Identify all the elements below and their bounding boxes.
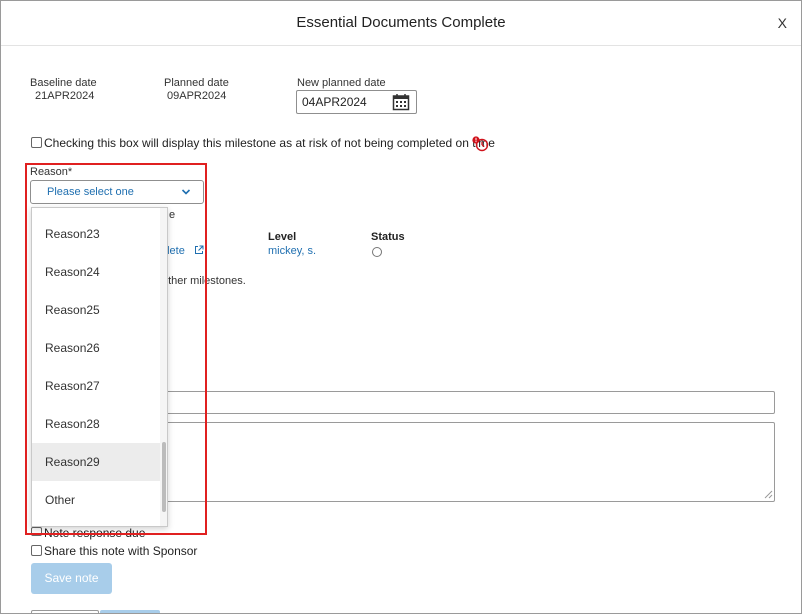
new-planned-date-label: New planned date bbox=[297, 77, 386, 89]
primary-button[interactable] bbox=[100, 610, 160, 613]
modal-header: Essential Documents Complete X bbox=[1, 1, 801, 46]
secondary-button[interactable] bbox=[31, 610, 99, 613]
save-note-button[interactable]: Save note bbox=[31, 563, 112, 594]
modal-title: Essential Documents Complete bbox=[296, 14, 506, 31]
at-risk-clock-icon bbox=[472, 136, 489, 152]
status-column-header: Status bbox=[371, 231, 405, 243]
dropdown-scrollbar-thumb[interactable] bbox=[162, 442, 166, 512]
milestone-modal: Essential Documents Complete X Baseline … bbox=[0, 0, 802, 614]
note-body-textarea[interactable] bbox=[161, 422, 775, 502]
share-with-sponsor-checkbox[interactable] bbox=[31, 545, 42, 556]
share-with-sponsor-label: Share this note with Sponsor bbox=[44, 544, 198, 558]
other-milestones-text: other milestones. bbox=[162, 275, 246, 287]
note-subject-input[interactable] bbox=[161, 391, 775, 414]
planned-date-label: Planned date bbox=[164, 77, 229, 89]
close-button[interactable]: X bbox=[778, 15, 787, 31]
calendar-icon[interactable] bbox=[392, 93, 410, 111]
reason-dropdown-list[interactable]: Reason23 Reason24 Reason25 Reason26 Reas… bbox=[31, 207, 168, 527]
reason-option[interactable]: Reason25 bbox=[32, 291, 160, 329]
reason-option[interactable]: Reason24 bbox=[32, 253, 160, 291]
note-response-due-checkbox[interactable] bbox=[31, 527, 42, 536]
reason-select-placeholder: Please select one bbox=[47, 186, 134, 198]
reason-option[interactable]: Reason28 bbox=[32, 405, 160, 443]
at-risk-label: Checking this box will display this mile… bbox=[44, 136, 495, 150]
reason-select[interactable]: Please select one bbox=[30, 180, 204, 204]
baseline-date-value: 21APR2024 bbox=[35, 90, 95, 102]
external-link-icon[interactable] bbox=[194, 245, 204, 255]
reason-option[interactable]: Reason27 bbox=[32, 367, 160, 405]
note-response-due-label: Note response due bbox=[44, 526, 146, 540]
reason-option[interactable]: Reason26 bbox=[32, 329, 160, 367]
reason-option-highlighted[interactable]: Reason29 bbox=[32, 443, 160, 481]
reason-option-other[interactable]: Other bbox=[32, 481, 160, 519]
chevron-down-icon bbox=[181, 189, 191, 195]
reason-label: Reason* bbox=[30, 166, 73, 178]
at-risk-checkbox[interactable] bbox=[31, 137, 42, 148]
level-column-header: Level bbox=[268, 231, 297, 243]
baseline-date-label: Baseline date bbox=[30, 77, 97, 89]
status-radio[interactable] bbox=[372, 247, 382, 257]
background-text-fragment: e bbox=[169, 209, 176, 221]
planned-date-value: 09APR2024 bbox=[167, 90, 227, 102]
level-value: mickey, s. bbox=[268, 245, 317, 257]
resize-handle-icon[interactable] bbox=[764, 490, 773, 499]
reason-option[interactable]: Reason23 bbox=[32, 215, 160, 253]
